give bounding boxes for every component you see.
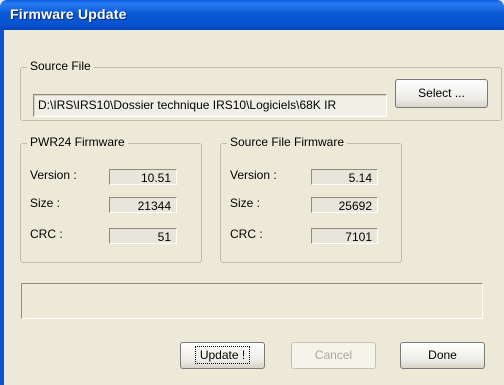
source-file-firmware-group: Source File Firmware Version : 5.14 Size… [220,135,402,263]
pwr24-crc-label: CRC : [30,227,63,241]
window-frame-left [0,30,4,385]
update-button[interactable]: Update ! [180,342,265,369]
pwr24-size-label: Size : [30,196,61,210]
source-crc-value: 7101 [311,228,378,244]
pwr24-crc-value: 51 [109,228,177,244]
source-version-label: Version : [230,168,277,182]
source-file-group: Source File D:\IRS\IRS10\Dossier techniq… [20,59,502,121]
pwr24-firmware-group: PWR24 Firmware Version : 10.51 Size : 21… [20,135,202,263]
source-file-path-field[interactable]: D:\IRS\IRS10\Dossier technique IRS10\Log… [33,94,387,117]
source-version-value: 5.14 [311,169,378,185]
source-file-legend: Source File [27,59,94,73]
pwr24-firmware-legend: PWR24 Firmware [27,135,128,149]
cancel-button[interactable]: Cancel [291,342,376,369]
firmware-update-window: Firmware Update Source File D:\IRS\IRS10… [0,0,504,385]
pwr24-size-value: 21344 [109,197,177,213]
window-title: Firmware Update [10,6,127,22]
source-size-value: 25692 [311,197,378,213]
pwr24-version-value: 10.51 [109,169,177,185]
pwr24-version-label: Version : [30,168,77,182]
title-bar[interactable]: Firmware Update [0,0,504,30]
source-file-firmware-legend: Source File Firmware [227,135,348,149]
source-size-label: Size : [230,196,261,210]
status-panel [21,283,483,319]
select-button[interactable]: Select ... [395,79,488,108]
source-crc-label: CRC : [230,227,263,241]
done-button[interactable]: Done [400,342,485,369]
update-button-label: Update ! [194,346,251,364]
